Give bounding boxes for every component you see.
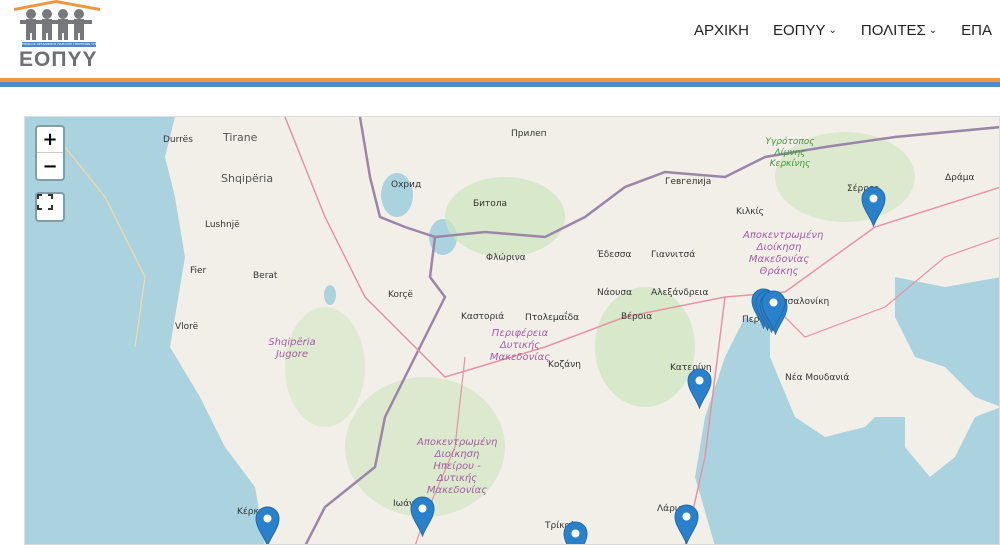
chevron-down-icon: ⌄ (828, 25, 837, 36)
map-label: Berat (253, 271, 278, 281)
map-marker-icon[interactable] (687, 368, 712, 409)
map-label: Durrës (163, 135, 193, 145)
map-label: Περιφέρεια Δυτικής Μακεδονίας (489, 328, 551, 363)
map-label: Πτολεμαΐδα (525, 313, 580, 323)
main-nav: ΑΡΧΙΚΗ ΕΟΠΥΥ ⌄ ΠΟΛΙΤΕΣ ⌄ ΕΠΑ (670, 22, 992, 39)
map-label: Охрид (391, 180, 422, 190)
map-label: Αποκεντρωμένη Διοίκηση Ηπείρου - Δυτικής… (417, 437, 498, 496)
nav-label: ΑΡΧΙΚΗ (693, 22, 749, 39)
fullscreen-icon (37, 194, 63, 220)
nav-item-citizens[interactable]: ΠΟΛΙΤΕΣ ⌄ (861, 22, 937, 39)
map-label: Υγρότοπος Λίμνης Κερκίνης (765, 137, 815, 169)
map-label: Tirane (223, 131, 258, 144)
map-label: Φλώρινα (486, 253, 526, 263)
nav-item-home[interactable]: ΑΡΧΙΚΗ (694, 22, 749, 39)
map-label: Αποκεντρωμένη Διοίκηση Μακεδονίας Θράκης (743, 230, 824, 277)
map-label: Γιαννιτσά (651, 250, 696, 260)
map-marker-icon[interactable] (255, 506, 280, 544)
nav-label: ΠΟΛΙΤΕΣ (860, 22, 926, 39)
map-label: Κιλκίς (736, 207, 764, 217)
map-label: Shqipëria Jugore (268, 337, 316, 360)
map-label: Shqipëria (221, 172, 274, 185)
map-label: Прилеп (511, 129, 547, 139)
header-stripe-blue (0, 82, 1000, 87)
map-marker-icon[interactable] (410, 496, 435, 537)
site-header: ΕΘΝΙΚΟΣ ΟΡΓΑΝΙΣΜΟΣ ΠΑΡΟΧΗΣ ΥΠΗΡΕΣΙΩΝ ΥΓΕ… (0, 0, 1000, 78)
map-label: Καστοριά (461, 312, 505, 322)
map-label: Δράμα (945, 173, 975, 183)
map-label: Κοζάνη (548, 360, 581, 370)
nav-item-eopyy[interactable]: ΕΟΠΥΥ ⌄ (773, 22, 837, 39)
map-label: Νάουσα (597, 288, 633, 298)
map-label: Vlorë (175, 322, 199, 332)
fullscreen-button[interactable] (35, 192, 65, 222)
map-label: Гевгелија (665, 177, 712, 187)
chevron-down-icon: ⌄ (928, 25, 938, 36)
map-marker-icon[interactable] (861, 186, 886, 227)
logo-subtitle: ΕΘΝΙΚΟΣ ΟΡΓΑΝΙΣΜΟΣ ΠΑΡΟΧΗΣ ΥΠΗΡΕΣΙΩΝ ΥΓΕ… (22, 42, 96, 47)
map-label: Korçë (388, 290, 413, 300)
nav-label: ΕΟΠΥΥ (773, 22, 826, 39)
map-marker-icon[interactable] (674, 504, 699, 544)
map-label: Έδεσσα (597, 250, 632, 260)
map-label: Fier (190, 266, 207, 276)
logo-text: ΕΟΠΥΥ (19, 48, 98, 71)
map-marker-icon[interactable] (563, 521, 588, 544)
nav-item-epa[interactable]: ΕΠΑ (961, 22, 992, 39)
zoom-in-button[interactable]: + (37, 127, 63, 153)
nav-label: ΕΠΑ (961, 22, 992, 39)
zoom-control: + − (35, 125, 65, 181)
map-label: Битола (473, 199, 508, 209)
map-marker-icon[interactable] (761, 290, 786, 331)
providers-map[interactable]: Durrës Tirane Shqipëria Lushnjë Fier Ber… (24, 116, 1000, 545)
map-label: Βέροια (621, 312, 653, 322)
map-label: Αλεξάνδρεια (651, 288, 709, 298)
logo-people-icon (14, 0, 100, 40)
zoom-out-button[interactable]: − (37, 153, 63, 179)
map-label: Lushnjë (205, 220, 240, 230)
map-label: Νέα Μουδανιά (785, 373, 850, 383)
